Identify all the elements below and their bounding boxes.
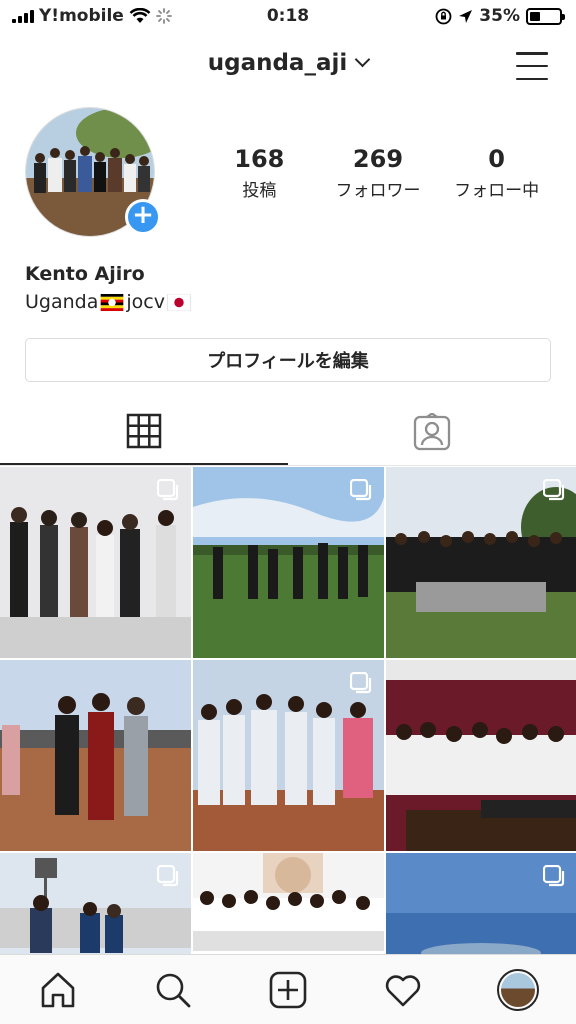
tagged-icon <box>413 412 451 450</box>
post-thumbnail[interactable] <box>0 467 191 658</box>
post-thumbnail[interactable] <box>193 660 384 851</box>
search-icon <box>156 973 191 1007</box>
edit-profile-button[interactable]: プロフィールを編集 <box>25 338 551 382</box>
add-story-icon[interactable]: + <box>125 199 161 235</box>
tab-tagged[interactable] <box>288 398 576 465</box>
profile-bio: Uganda jocv <box>25 291 193 313</box>
posts-count[interactable]: 168 投稿 <box>200 145 318 201</box>
multi-photo-icon <box>157 865 179 887</box>
chevron-down-icon <box>354 51 371 68</box>
nav-new-post[interactable] <box>258 960 318 1020</box>
menu-icon[interactable] <box>516 52 548 80</box>
location-arrow-icon <box>459 9 473 23</box>
multi-photo-icon <box>157 479 179 501</box>
tab-grid[interactable] <box>0 398 288 465</box>
grid-icon <box>126 413 162 448</box>
uganda-flag-icon <box>101 293 124 311</box>
profile-avatar[interactable]: + <box>25 107 161 239</box>
stat-value: 0 <box>488 145 505 173</box>
bottom-navigation <box>0 954 576 1024</box>
multi-photo-icon <box>350 672 372 694</box>
stat-label: フォロー中 <box>454 181 540 201</box>
battery-percent: 35% <box>479 6 520 26</box>
profile-stats: 168 投稿 269 フォロワー 0 フォロー中 <box>200 145 556 201</box>
japan-flag-icon <box>167 293 191 311</box>
stat-label: フォロワー <box>335 181 421 201</box>
following-count[interactable]: 0 フォロー中 <box>438 145 556 201</box>
nav-home[interactable] <box>28 960 88 1020</box>
profile-name: Kento Ajiro <box>25 263 145 285</box>
home-icon <box>41 972 74 1007</box>
nav-search[interactable] <box>143 960 203 1020</box>
new-post-icon <box>269 971 307 1008</box>
battery-icon <box>526 7 565 25</box>
activity-heart-icon <box>386 974 421 1006</box>
post-thumbnail[interactable] <box>386 660 576 851</box>
status-bar: Y!mobile 0:18 35% <box>0 0 576 34</box>
profile-tabs <box>0 398 576 466</box>
bio-text: jocv <box>126 291 165 313</box>
bio-text: Uganda <box>25 291 99 313</box>
battery-level <box>530 11 540 21</box>
nav-activity[interactable] <box>373 960 433 1020</box>
profile-avatar-icon <box>497 968 540 1011</box>
profile-header: uganda_aji <box>0 40 576 92</box>
multi-photo-icon <box>543 865 565 887</box>
post-thumbnail[interactable] <box>0 660 191 851</box>
multi-photo-icon <box>543 479 565 501</box>
nav-profile[interactable] <box>488 960 548 1020</box>
stat-value: 269 <box>352 145 404 173</box>
orientation-lock-icon <box>435 8 452 24</box>
username-title: uganda_aji <box>207 50 348 76</box>
post-thumbnail[interactable] <box>193 467 384 658</box>
stat-value: 168 <box>234 145 285 173</box>
multi-photo-icon <box>350 479 372 501</box>
username-switcher[interactable]: uganda_aji <box>0 50 576 76</box>
followers-count[interactable]: 269 フォロワー <box>319 145 437 201</box>
post-thumbnail[interactable] <box>386 467 576 658</box>
stat-label: 投稿 <box>242 181 277 201</box>
